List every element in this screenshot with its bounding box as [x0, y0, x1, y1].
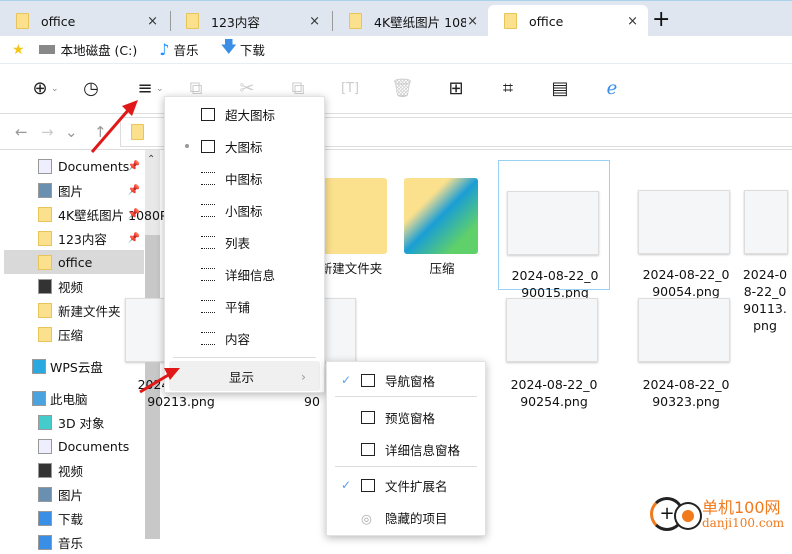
annotation-arrows: [90, 100, 180, 394]
red-arrow: [139, 372, 171, 394]
arrow-head: [164, 368, 180, 380]
red-arrow: [90, 107, 132, 153]
watermark: + 单机100网 danji100.com: [644, 494, 792, 539]
